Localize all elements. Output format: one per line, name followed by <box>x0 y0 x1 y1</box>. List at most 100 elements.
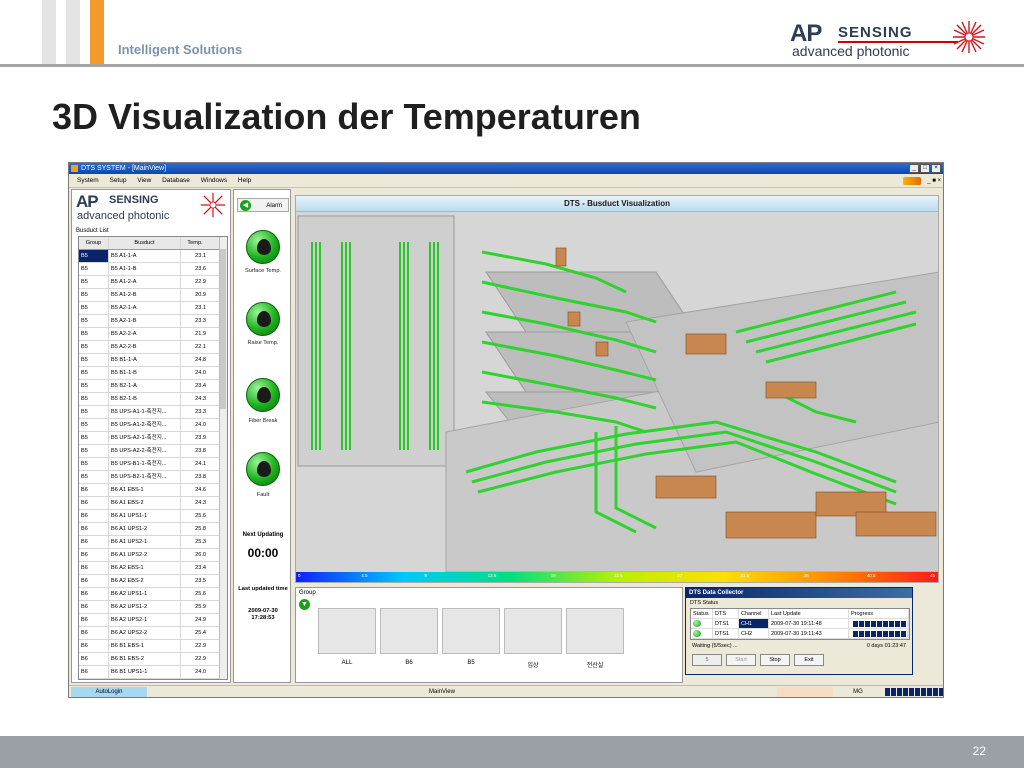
temp-cell: 23.9 <box>195 435 206 441</box>
table-row[interactable]: B5 B5 UPS-A2-2-축전지... 23.8 <box>79 445 227 458</box>
busduct-cell: B6 A1 UPS1-1 <box>109 510 181 522</box>
table-row[interactable]: B6 B6 A1 UPS2-2 26.0 <box>79 549 227 562</box>
menu-system[interactable]: System <box>77 177 99 184</box>
table-row[interactable]: B5 B5 UPS-A2-1-축전지... 23.9 <box>79 432 227 445</box>
exit-button[interactable]: Exit <box>794 654 824 666</box>
header-decoration-bar <box>42 0 56 66</box>
column-header-busduct[interactable]: Busduct <box>109 237 181 249</box>
busduct-cell: B6 A2 EBS-1 <box>109 562 181 574</box>
table-row[interactable]: B6 B6 B1 EBS-1 22.9 <box>79 640 227 653</box>
column-header-temp[interactable]: Temp. <box>181 237 209 249</box>
table-row[interactable]: DTS1 CH1 2009-07-30 19:11:48 <box>691 619 909 629</box>
group-cell: B5 <box>79 458 109 470</box>
table-row[interactable]: B5 B5 A1-1-A 23.1 <box>79 250 227 263</box>
menu-windows[interactable]: Windows <box>201 177 227 184</box>
scrollbar-thumb[interactable] <box>220 249 226 409</box>
menu-setup[interactable]: Setup <box>109 177 126 184</box>
colorbar-tick-label: 27 <box>677 573 683 578</box>
temp-cell: 23.4 <box>195 383 206 389</box>
menu-database[interactable]: Database <box>162 177 190 184</box>
expand-arrow-icon[interactable]: ▼ <box>299 599 310 610</box>
table-row[interactable]: B5 B5 UPS-B1-1-축전지... 24.1 <box>79 458 227 471</box>
temp-cell: 23.1 <box>195 305 206 311</box>
group-cell: B6 <box>79 497 109 509</box>
header-accent-bar <box>90 0 104 66</box>
group-thumb-b6[interactable] <box>380 608 438 654</box>
status-indicator <box>777 687 833 697</box>
table-row[interactable]: B6 B6 A1 EBS-1 24.6 <box>79 484 227 497</box>
table-row[interactable]: B6 B6 B1 EBS-2 22.9 <box>79 653 227 666</box>
temp-cell: 24.6 <box>195 487 206 493</box>
group-cell: B5 <box>79 302 109 314</box>
table-row[interactable]: B6 B6 A2 UPS2-2 25.4 <box>79 627 227 640</box>
column-header-group[interactable]: Group <box>79 237 109 249</box>
group-label: Group <box>299 590 316 596</box>
maximize-icon[interactable]: □ <box>920 164 930 173</box>
temp-cell: 22.9 <box>195 279 206 285</box>
table-row[interactable]: B6 B6 A2 UPS1-1 25.6 <box>79 588 227 601</box>
table-scrollbar[interactable] <box>219 237 227 679</box>
minimize-icon[interactable]: _ <box>909 164 919 173</box>
busduct-visualization[interactable]: DTS - Busduct Visualization 0 4.5 9 13.5… <box>295 195 939 583</box>
busduct-cell: B5 A2-1-A <box>109 302 181 314</box>
table-row[interactable]: DTS1 CH2 2009-07-30 19:11:43 <box>691 629 909 639</box>
table-row[interactable]: B6 B6 A2 EBS-1 23.4 <box>79 562 227 575</box>
table-row[interactable]: B5 B5 A2-1-B 23.3 <box>79 315 227 328</box>
raise-temp-button[interactable] <box>246 302 280 336</box>
table-row[interactable]: B5 B5 UPS-A1-1-축전지... 23.3 <box>79 406 227 419</box>
busduct-cell: B5 A1-2-A <box>109 276 181 288</box>
status-led-cell <box>691 619 713 628</box>
surface-temp-button[interactable] <box>246 230 280 264</box>
table-row[interactable]: B6 B6 A1 UPS1-2 25.8 <box>79 523 227 536</box>
temp-cell: 23.8 <box>195 474 206 480</box>
group-thumb-all[interactable] <box>318 608 376 654</box>
table-row[interactable]: B5 B5 B1-1-B 24.0 <box>79 367 227 380</box>
group-thumb-computer-room[interactable] <box>566 608 624 654</box>
table-row[interactable]: B5 B5 A1-2-A 22.9 <box>79 276 227 289</box>
alarm-button[interactable]: ◀ Alarm <box>237 198 289 212</box>
mdi-close-icon[interactable]: _ ■ × <box>927 174 941 188</box>
menu-view[interactable]: View <box>137 177 151 184</box>
table-row[interactable]: B6 B6 B1 UPS1-1 24.0 <box>79 666 227 679</box>
table-row[interactable]: B5 B5 A2-1-A 23.1 <box>79 302 227 315</box>
busduct-3d-scene[interactable] <box>296 212 939 572</box>
table-row[interactable]: B6 B6 A2 UPS2-1 24.9 <box>79 614 227 627</box>
table-row[interactable]: B6 B6 A1 EBS-2 24.3 <box>79 497 227 510</box>
table-row[interactable]: B5 B5 UPS-A1-2-축전지... 24.0 <box>79 419 227 432</box>
surface-temp-label: Surface Temp. <box>245 268 281 274</box>
mainview-status: MainView <box>429 689 455 695</box>
table-row[interactable]: B6 B6 A2 EBS-2 23.5 <box>79 575 227 588</box>
autologin-status: AutoLogin <box>71 687 147 697</box>
group-thumb-riser[interactable] <box>504 608 562 654</box>
fault-button[interactable] <box>246 452 280 486</box>
mg-logo-icon <box>903 177 921 185</box>
laser-star-icon <box>953 21 985 53</box>
table-row[interactable]: B5 B5 B1-1-A 24.8 <box>79 354 227 367</box>
group-thumb-b5[interactable] <box>442 608 500 654</box>
busduct-cell: B5 B1-1-B <box>109 367 181 379</box>
group-label-b5: B5 <box>467 660 475 666</box>
start-button[interactable]: Start <box>726 654 756 666</box>
table-row[interactable]: B5 B5 A2-2-B 22.1 <box>79 341 227 354</box>
table-row[interactable]: B5 B5 A2-2-A 21.9 <box>79 328 227 341</box>
table-row[interactable]: B6 B6 A1 UPS1-1 25.6 <box>79 510 227 523</box>
table-row[interactable]: B5 B5 A1-2-B 20.9 <box>79 289 227 302</box>
menu-help[interactable]: Help <box>238 177 251 184</box>
table-row[interactable]: B5 B5 A1-1-B 23.6 <box>79 263 227 276</box>
interval-spinner[interactable]: 5 <box>692 654 722 666</box>
header-divider <box>0 64 1024 67</box>
stop-button[interactable]: Stop <box>760 654 790 666</box>
close-icon[interactable]: × <box>931 164 941 173</box>
table-row[interactable]: B5 B5 B2-1-B 24.3 <box>79 393 227 406</box>
fiber-break-button[interactable] <box>246 378 280 412</box>
table-row[interactable]: B6 B6 A2 UPS1-2 25.9 <box>79 601 227 614</box>
status-button-panel: ◀ Alarm Surface Temp. Raise Temp. Fiber … <box>233 189 291 683</box>
table-row[interactable]: B5 B5 UPS-B2-1-축전지... 23.8 <box>79 471 227 484</box>
table-row[interactable]: B6 B6 A1 UPS2-1 25.3 <box>79 536 227 549</box>
logo-sensing: SENSING <box>109 194 159 206</box>
column-header-dts: DTS <box>713 609 739 618</box>
flame-icon <box>257 461 271 477</box>
busduct-table[interactable]: Group Busduct Temp. B5 B5 A1-1-A 23.1 B5 B5 … <box>78 236 228 680</box>
table-row[interactable]: B5 B5 B2-1-A 23.4 <box>79 380 227 393</box>
temp-cell: 24.3 <box>195 500 206 506</box>
